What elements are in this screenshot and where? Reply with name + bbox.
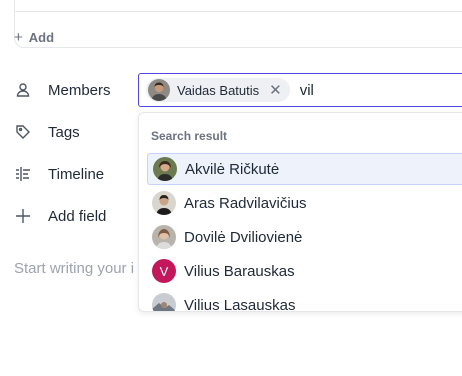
avatar: V bbox=[152, 259, 176, 283]
search-result-item[interactable]: Dovilė Dviliovienė bbox=[147, 221, 462, 253]
members-input[interactable]: Vaidas Batutis ✕ vil bbox=[138, 73, 462, 107]
plus-icon: + bbox=[14, 29, 23, 46]
property-label: Tags bbox=[48, 123, 80, 141]
property-label: Timeline bbox=[48, 165, 105, 183]
timeline-icon bbox=[15, 166, 31, 182]
card-divider bbox=[15, 11, 462, 12]
property-label: Members bbox=[48, 81, 111, 99]
search-result-header: Search result bbox=[151, 129, 228, 143]
add-field-button[interactable]: Add field bbox=[15, 204, 106, 228]
remove-member-icon[interactable]: ✕ bbox=[269, 83, 282, 98]
add-button[interactable]: + Add bbox=[14, 30, 54, 45]
result-name: Vilius Barauskas bbox=[184, 262, 295, 280]
plus-icon bbox=[15, 208, 31, 224]
avatar bbox=[152, 293, 176, 311]
result-name: Akvilė Ričkutė bbox=[185, 160, 280, 178]
add-label: Add bbox=[28, 30, 55, 45]
member-search-query: vil bbox=[299, 81, 314, 99]
member-chip-name: Vaidas Batutis bbox=[177, 82, 260, 98]
search-result-item[interactable]: Akvilė Ričkutė bbox=[147, 153, 462, 185]
search-result-item[interactable]: Vilius Lasauskas bbox=[147, 289, 462, 312]
property-members[interactable]: Members bbox=[15, 78, 111, 102]
member-search-dropdown: Search result Akvilė Ričkutė Aras Radvil… bbox=[138, 112, 462, 312]
member-chip: Vaidas Batutis ✕ bbox=[146, 78, 290, 102]
add-field-label: Add field bbox=[48, 207, 107, 225]
result-name: Aras Radvilavičius bbox=[184, 194, 307, 212]
avatar bbox=[152, 191, 176, 215]
person-icon bbox=[15, 82, 31, 98]
avatar bbox=[153, 157, 177, 181]
tag-icon bbox=[15, 124, 31, 140]
search-result-item[interactable]: V Vilius Barauskas bbox=[147, 255, 462, 287]
property-tags[interactable]: Tags bbox=[15, 120, 80, 144]
result-name: Vilius Lasauskas bbox=[184, 296, 296, 312]
avatar bbox=[152, 225, 176, 249]
avatar bbox=[148, 79, 170, 101]
property-timeline[interactable]: Timeline bbox=[15, 162, 104, 186]
result-name: Dovilė Dviliovienė bbox=[184, 228, 303, 246]
previous-section-card bbox=[14, 0, 462, 48]
editor-placeholder[interactable]: Start writing your i bbox=[14, 260, 138, 277]
search-result-item[interactable]: Aras Radvilavičius bbox=[147, 187, 462, 219]
